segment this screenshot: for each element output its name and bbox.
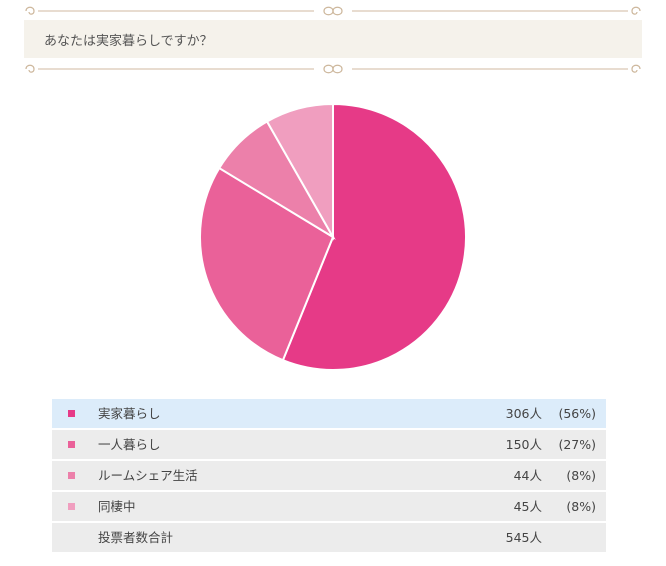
result-percent: (8%) bbox=[566, 499, 596, 514]
result-percent: (8%) bbox=[566, 468, 596, 483]
total-row: 投票者数合計 545人 bbox=[52, 523, 606, 552]
result-row: 実家暮らし 306人 (56%) bbox=[52, 399, 606, 428]
total-label: 投票者数合計 bbox=[98, 530, 174, 545]
legend-marker bbox=[68, 441, 75, 448]
pie-chart bbox=[199, 102, 467, 371]
result-count: 44人 bbox=[513, 468, 542, 483]
result-percent: (56%) bbox=[558, 406, 596, 421]
legend-marker bbox=[68, 503, 75, 510]
result-label: 同棲中 bbox=[98, 499, 136, 514]
result-count: 45人 bbox=[513, 499, 542, 514]
top-ornament-line bbox=[25, 6, 641, 16]
result-count: 150人 bbox=[505, 437, 542, 452]
results-table: 実家暮らし 306人 (56%) 一人暮らし 150人 (27%) ルームシェア… bbox=[52, 399, 606, 554]
result-row: 一人暮らし 150人 (27%) bbox=[52, 430, 606, 459]
bottom-ornament-line bbox=[25, 64, 641, 74]
result-label: 実家暮らし bbox=[98, 406, 161, 421]
result-label: 一人暮らし bbox=[98, 437, 161, 452]
result-count: 306人 bbox=[505, 406, 542, 421]
pie-chart-container bbox=[198, 102, 468, 372]
result-label: ルームシェア生活 bbox=[98, 468, 198, 483]
result-row: ルームシェア生活 44人 (8%) bbox=[52, 461, 606, 490]
total-count: 545人 bbox=[505, 530, 542, 545]
legend-marker bbox=[68, 472, 75, 479]
result-percent: (27%) bbox=[558, 437, 596, 452]
question-text: あなたは実家暮らしですか？ bbox=[44, 33, 213, 49]
legend-marker bbox=[68, 410, 75, 417]
result-row: 同棲中 45人 (8%) bbox=[52, 492, 606, 521]
question-box: あなたは実家暮らしですか？ bbox=[24, 20, 642, 58]
